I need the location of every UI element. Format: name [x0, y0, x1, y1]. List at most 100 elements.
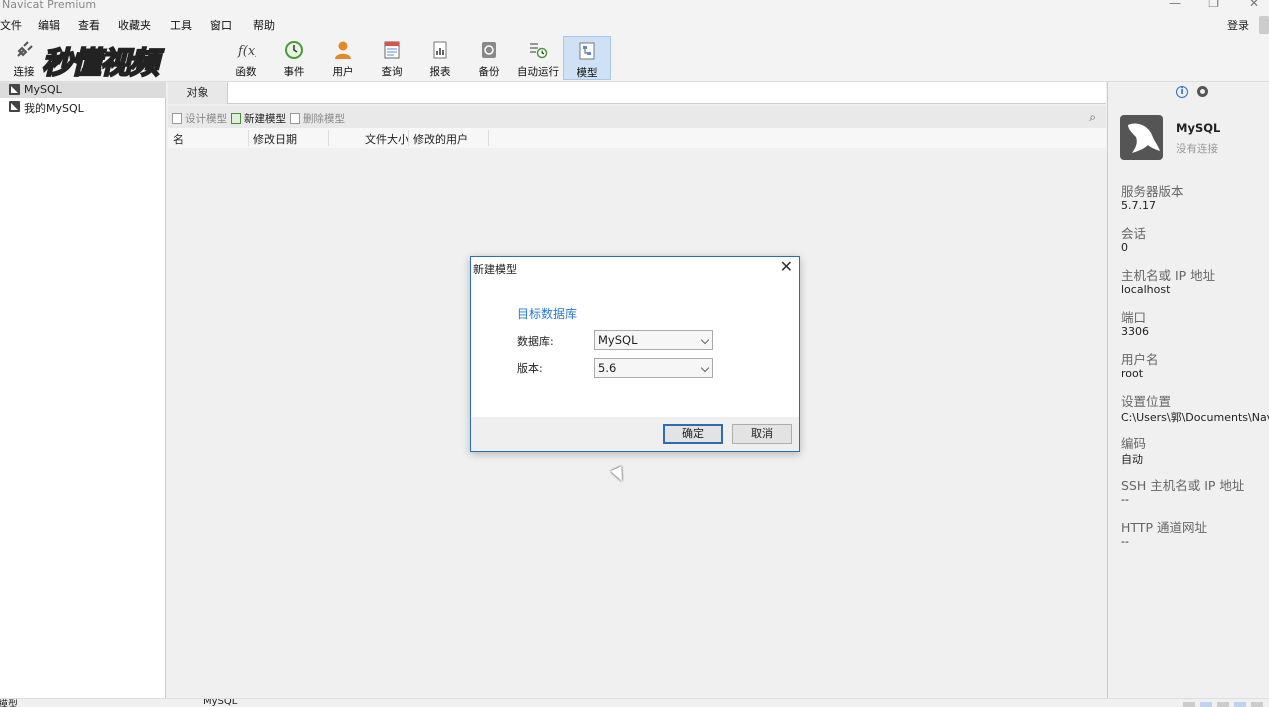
- toolbar-user-button[interactable]: 用户: [319, 36, 367, 80]
- host-value: localhost: [1121, 283, 1171, 296]
- toolbar-model-label: 模型: [576, 67, 598, 79]
- tab-objects[interactable]: 对象: [168, 82, 228, 104]
- autorun-icon: [530, 43, 548, 59]
- clock-icon: [285, 41, 303, 59]
- design-model-label: 设计模型: [185, 113, 227, 125]
- column-file-size[interactable]: 文件大小: [365, 131, 409, 147]
- mysql-connection-icon: [9, 101, 20, 112]
- toolbar-connect-label: 连接: [13, 66, 35, 78]
- port-value: 3306: [1121, 325, 1149, 338]
- panel-right-icon[interactable]: [1251, 702, 1263, 707]
- column-name[interactable]: 名: [173, 131, 184, 147]
- toolbar-query-label: 查询: [381, 66, 403, 78]
- menu-help[interactable]: 帮助: [253, 17, 275, 33]
- ssh-host-value: --: [1121, 493, 1129, 506]
- user-icon: [335, 41, 351, 59]
- toolbar-query-button[interactable]: 查询: [368, 36, 416, 80]
- panel-left-icon[interactable]: [1234, 702, 1246, 707]
- new-model-button[interactable]: 新建模型: [231, 111, 286, 126]
- username-value: root: [1121, 367, 1144, 380]
- er-view-icon[interactable]: [1217, 702, 1229, 707]
- column-modified-user[interactable]: 修改的用户: [413, 131, 468, 147]
- session-label: 会话: [1121, 226, 1147, 241]
- database-select-value: MySQL: [598, 333, 638, 347]
- avatar[interactable]: [1259, 16, 1269, 34]
- maximize-button[interactable]: ❐: [1208, 0, 1219, 10]
- query-icon: [384, 41, 400, 59]
- new-model-label: 新建模型: [244, 113, 286, 125]
- server-version-value: 5.7.17: [1121, 199, 1156, 212]
- toolbar-report-label: 报表: [429, 66, 451, 78]
- info-icon[interactable]: i: [1176, 86, 1188, 98]
- connection-name: MySQL: [1176, 121, 1221, 135]
- sidebar-item-label: 我的MySQL: [24, 102, 84, 115]
- sidebar-item-mysql[interactable]: MySQL: [0, 82, 166, 98]
- version-select-value: 5.6: [598, 361, 617, 375]
- close-window-button[interactable]: ✕: [1249, 0, 1259, 10]
- mysql-dolphin-icon: [1120, 115, 1163, 160]
- design-model-button[interactable]: 设计模型: [172, 111, 227, 126]
- toolbar-connect-button[interactable]: 连接: [0, 36, 48, 80]
- settings-location-label: 设置位置: [1121, 394, 1172, 409]
- menu-bar: 文件 编辑 查看 收藏夹 工具 窗口 帮助 登录: [0, 14, 1269, 34]
- info-panel: i MySQL 没有连接 服务器版本 5.7.17 会话 0 主机名或 IP 地…: [1107, 82, 1269, 698]
- toolbar-model-button[interactable]: 模型: [563, 36, 611, 80]
- cancel-button[interactable]: 取消: [732, 424, 792, 444]
- list-view-icon[interactable]: [1183, 702, 1195, 707]
- database-select[interactable]: MySQL: [594, 330, 713, 350]
- ssh-host-label: SSH 主机名或 IP 地址: [1121, 478, 1245, 493]
- column-modified-date[interactable]: 修改日期: [253, 131, 297, 147]
- menu-window[interactable]: 窗口: [210, 17, 232, 33]
- main-toolbar: 连接 f(x) 函数 事件 用户 查询 报表 备份 自动运行 模型: [0, 34, 1269, 82]
- backup-icon: [482, 42, 496, 58]
- delete-model-label: 删除模型: [303, 113, 345, 125]
- menu-edit[interactable]: 编辑: [38, 17, 60, 33]
- chevron-down-icon: [700, 363, 710, 373]
- menu-file[interactable]: 文件: [0, 17, 22, 33]
- tab-bar: 对象: [168, 82, 1106, 104]
- status-bar: 模型 MySQL: [0, 698, 1269, 707]
- http-tunnel-label: HTTP 通道网址: [1121, 520, 1207, 535]
- menu-favorites[interactable]: 收藏夹: [118, 17, 151, 33]
- username-label: 用户名: [1121, 352, 1159, 367]
- sidebar-item-my-mysql[interactable]: 我的MySQL: [0, 99, 166, 115]
- port-label: 端口: [1121, 310, 1147, 325]
- encoding-label: 编码: [1121, 436, 1147, 451]
- dialog-title: 新建模型: [473, 263, 517, 276]
- toolbar-user-label: 用户: [332, 66, 354, 78]
- detail-view-icon[interactable]: [1200, 702, 1212, 707]
- design-icon: [172, 113, 182, 124]
- close-icon[interactable]: ✕: [780, 257, 793, 276]
- toolbar-backup-label: 备份: [478, 66, 500, 78]
- login-button[interactable]: 登录: [1227, 17, 1249, 33]
- database-label: 数据库:: [517, 335, 554, 348]
- version-label: 版本:: [517, 362, 543, 375]
- menu-view[interactable]: 查看: [78, 17, 100, 33]
- http-tunnel-value: --: [1121, 535, 1129, 548]
- version-select[interactable]: 5.6: [594, 358, 713, 378]
- toolbar-event-button[interactable]: 事件: [270, 36, 318, 80]
- plug-icon: [17, 41, 33, 57]
- status-left: 模型: [0, 700, 18, 707]
- status-middle: MySQL: [203, 698, 238, 707]
- target-database-heading: 目标数据库: [517, 307, 578, 321]
- toolbar-function-button[interactable]: f(x) 函数: [222, 36, 270, 80]
- window-title: Navicat Premium: [2, 0, 97, 11]
- watermark-logo: 秒懂视频: [41, 45, 160, 82]
- ok-button[interactable]: 确定: [663, 424, 723, 444]
- svg-text:f(x): f(x): [237, 44, 256, 59]
- sidebar-item-label: MySQL: [24, 83, 62, 96]
- server-version-label: 服务器版本: [1121, 184, 1184, 199]
- minimize-button[interactable]: —: [1169, 0, 1181, 10]
- toolbar-autorun-button[interactable]: 自动运行: [514, 36, 562, 80]
- host-label: 主机名或 IP 地址: [1121, 268, 1216, 283]
- chevron-down-icon: [700, 335, 710, 345]
- toolbar-event-label: 事件: [283, 66, 305, 78]
- gear-icon[interactable]: [1197, 86, 1208, 97]
- toolbar-report-button[interactable]: 报表: [416, 36, 464, 80]
- mysql-connection-icon: [9, 84, 20, 95]
- delete-model-button[interactable]: 删除模型: [290, 111, 345, 126]
- menu-tools[interactable]: 工具: [170, 17, 192, 33]
- toolbar-backup-button[interactable]: 备份: [465, 36, 513, 80]
- search-icon[interactable]: ⌕: [1089, 110, 1096, 125]
